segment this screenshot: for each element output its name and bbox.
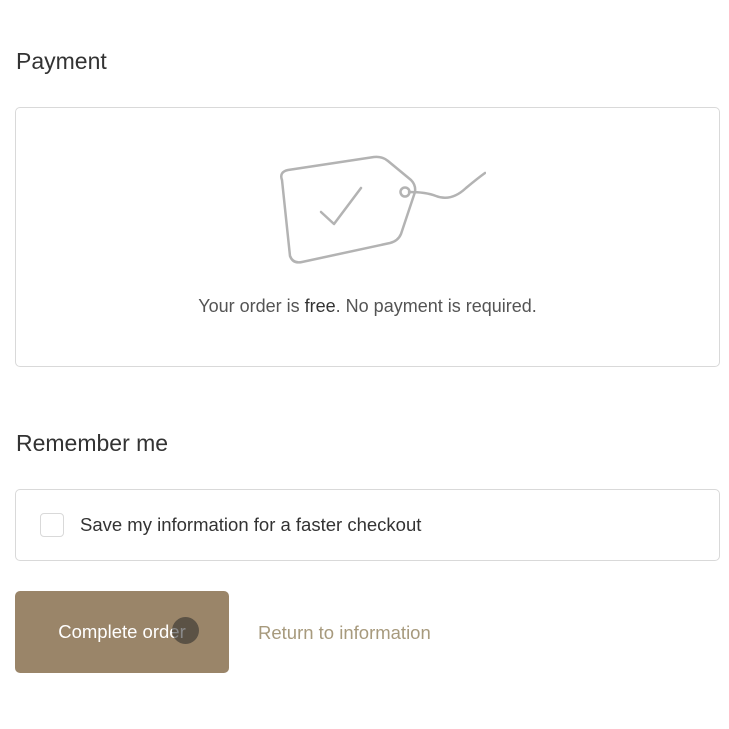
payment-section-title: Payment: [16, 48, 107, 74]
touch-cursor-indicator: [172, 617, 199, 644]
price-tag-check-icon: [280, 155, 486, 264]
save-information-checkbox[interactable]: [40, 513, 64, 537]
remember-me-section-title: Remember me: [16, 430, 169, 456]
free-order-message: Your order is free. No payment is requir…: [16, 296, 719, 317]
free-message-suffix: . No payment is required.: [335, 296, 537, 316]
free-message-emphasis: free: [304, 296, 336, 316]
save-information-label[interactable]: Save my information for a faster checkou…: [80, 514, 421, 536]
payment-free-panel: Your order is free. No payment is requir…: [15, 107, 720, 367]
free-message-prefix: Your order is: [198, 296, 305, 316]
remember-me-panel: Save my information for a faster checkou…: [15, 489, 720, 561]
checkout-payment-step: Payment Your order is free. No payment i…: [0, 0, 729, 729]
return-to-information-link[interactable]: Return to information: [258, 622, 431, 644]
